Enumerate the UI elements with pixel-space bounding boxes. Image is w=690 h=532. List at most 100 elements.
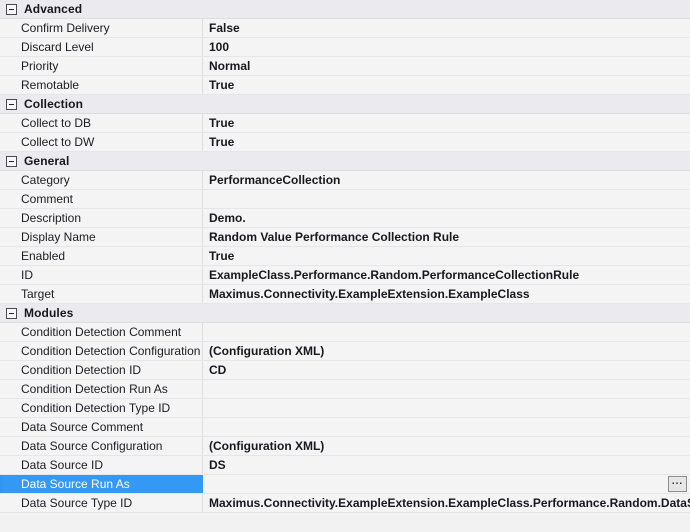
property-value[interactable]: PerformanceCollection [203, 171, 690, 189]
property-value-text: Maximus.Connectivity.ExampleExtension.Ex… [209, 287, 530, 301]
property-value-text: (Configuration XML) [209, 344, 325, 358]
property-row[interactable]: Display Name Random Value Performance Col… [0, 228, 690, 247]
property-value[interactable]: Normal [203, 57, 690, 75]
property-grid[interactable]: Advanced Confirm Delivery False Discard Lev… [0, 0, 690, 532]
property-value-text: Demo. [209, 211, 246, 225]
category-label: Advanced [24, 1, 83, 16]
property-value[interactable] [203, 418, 690, 436]
property-name[interactable]: Description [3, 209, 203, 227]
property-value[interactable]: 100 [203, 38, 690, 56]
property-row[interactable]: Data Source Run As... [0, 475, 690, 494]
property-value-text: True [209, 78, 235, 92]
property-name[interactable]: Data Source Run As [3, 475, 203, 493]
ellipsis-editor-button[interactable]: ... [668, 476, 687, 492]
property-value[interactable]: True [203, 76, 690, 94]
property-name[interactable]: Confirm Delivery [3, 19, 203, 37]
property-value[interactable]: DS [203, 456, 690, 474]
property-row[interactable]: Data Source Comment [0, 418, 690, 437]
category-header[interactable]: General [0, 152, 690, 171]
property-name[interactable]: Comment [3, 190, 203, 208]
property-row[interactable]: Target Maximus.Connectivity.ExampleExtens… [0, 285, 690, 304]
property-value[interactable] [203, 190, 690, 208]
property-name[interactable]: Display Name [3, 228, 203, 246]
property-row[interactable]: Collect to DW True [0, 133, 690, 152]
property-name[interactable]: Discard Level [3, 38, 203, 56]
property-value-text: ExampleClass.Performance.Random.Performa… [209, 268, 580, 282]
category-label: General [24, 153, 70, 168]
property-value-text: Normal [209, 59, 251, 73]
property-value[interactable]: CD [203, 361, 690, 379]
property-row[interactable]: Enabled True [0, 247, 690, 266]
property-row[interactable]: Comment [0, 190, 690, 209]
property-name[interactable]: Condition Detection Run As [3, 380, 203, 398]
property-row[interactable]: Category PerformanceCollection [0, 171, 690, 190]
property-row[interactable]: Condition Detection Comment [0, 323, 690, 342]
property-row[interactable]: Discard Level 100 [0, 38, 690, 57]
property-name[interactable]: Data Source Configuration [3, 437, 203, 455]
property-value-text: Random Value Performance Collection Rule [209, 230, 460, 244]
minus-box-icon[interactable] [6, 155, 17, 167]
property-value[interactable]: (Configuration XML) [203, 437, 690, 455]
property-value-text: True [209, 249, 235, 263]
property-row[interactable]: Priority Normal [0, 57, 690, 76]
property-value-text: (Configuration XML) [209, 439, 325, 453]
property-row[interactable]: Data Source Configuration (Configuration … [0, 437, 690, 456]
property-name[interactable]: Condition Detection Type ID [3, 399, 203, 417]
property-row[interactable]: Data Source ID DS [0, 456, 690, 475]
property-row[interactable]: ID ExampleClass.Performance.Random.Perfor… [0, 266, 690, 285]
property-row[interactable]: Condition Detection ID CD [0, 361, 690, 380]
property-value[interactable]: ... [203, 475, 690, 493]
property-value-text: CD [209, 363, 227, 377]
grid-empty-area [0, 513, 690, 532]
property-name[interactable]: Remotable [3, 76, 203, 94]
property-value[interactable]: Random Value Performance Collection Rule [203, 228, 690, 246]
property-row[interactable]: Condition Detection Configuration (Config… [0, 342, 690, 361]
property-value[interactable]: Maximus.Connectivity.ExampleExtension.Ex… [203, 285, 690, 303]
property-name[interactable]: Category [3, 171, 203, 189]
category-label: Modules [24, 305, 74, 320]
property-name[interactable]: Data Source Type ID [3, 494, 203, 512]
property-row[interactable]: Description Demo. [0, 209, 690, 228]
property-value-text: DS [209, 458, 226, 472]
property-row[interactable]: Confirm Delivery False [0, 19, 690, 38]
property-name[interactable]: Priority [3, 57, 203, 75]
property-name[interactable]: Data Source ID [3, 456, 203, 474]
category-label: Collection [24, 96, 84, 111]
property-value[interactable] [203, 323, 690, 341]
property-value[interactable]: True [203, 133, 690, 151]
property-value-text: False [209, 21, 240, 35]
property-row[interactable]: Data Source Type ID Maximus.Connectivity.… [0, 494, 690, 513]
property-value-text: PerformanceCollection [209, 173, 341, 187]
property-name[interactable]: Data Source Comment [3, 418, 203, 436]
minus-box-icon[interactable] [6, 3, 17, 15]
property-value[interactable]: True [203, 114, 690, 132]
property-value-text: True [209, 135, 235, 149]
minus-box-icon[interactable] [6, 307, 17, 319]
property-name[interactable]: Collect to DB [3, 114, 203, 132]
property-value[interactable] [203, 399, 690, 417]
property-name[interactable]: Collect to DW [3, 133, 203, 151]
property-value[interactable]: Maximus.Connectivity.ExampleExtension.Ex… [203, 494, 690, 512]
property-value-text: 100 [209, 40, 230, 54]
property-value[interactable]: True [203, 247, 690, 265]
property-value[interactable]: Demo. [203, 209, 690, 227]
property-value[interactable]: False [203, 19, 690, 37]
property-name[interactable]: Condition Detection Configuration [3, 342, 203, 360]
property-value[interactable] [203, 380, 690, 398]
property-value[interactable]: (Configuration XML) [203, 342, 690, 360]
property-name[interactable]: Target [3, 285, 203, 303]
property-row[interactable]: Condition Detection Type ID [0, 399, 690, 418]
property-row[interactable]: Collect to DB True [0, 114, 690, 133]
property-name[interactable]: Condition Detection Comment [3, 323, 203, 341]
property-row[interactable]: Condition Detection Run As [0, 380, 690, 399]
category-header[interactable]: Advanced [0, 0, 690, 19]
category-header[interactable]: Collection [0, 95, 690, 114]
property-value-text: True [209, 116, 235, 130]
category-header[interactable]: Modules [0, 304, 690, 323]
property-name[interactable]: Condition Detection ID [3, 361, 203, 379]
property-value[interactable]: ExampleClass.Performance.Random.Performa… [203, 266, 690, 284]
property-row[interactable]: Remotable True [0, 76, 690, 95]
property-name[interactable]: ID [3, 266, 203, 284]
minus-box-icon[interactable] [6, 98, 17, 110]
property-name[interactable]: Enabled [3, 247, 203, 265]
